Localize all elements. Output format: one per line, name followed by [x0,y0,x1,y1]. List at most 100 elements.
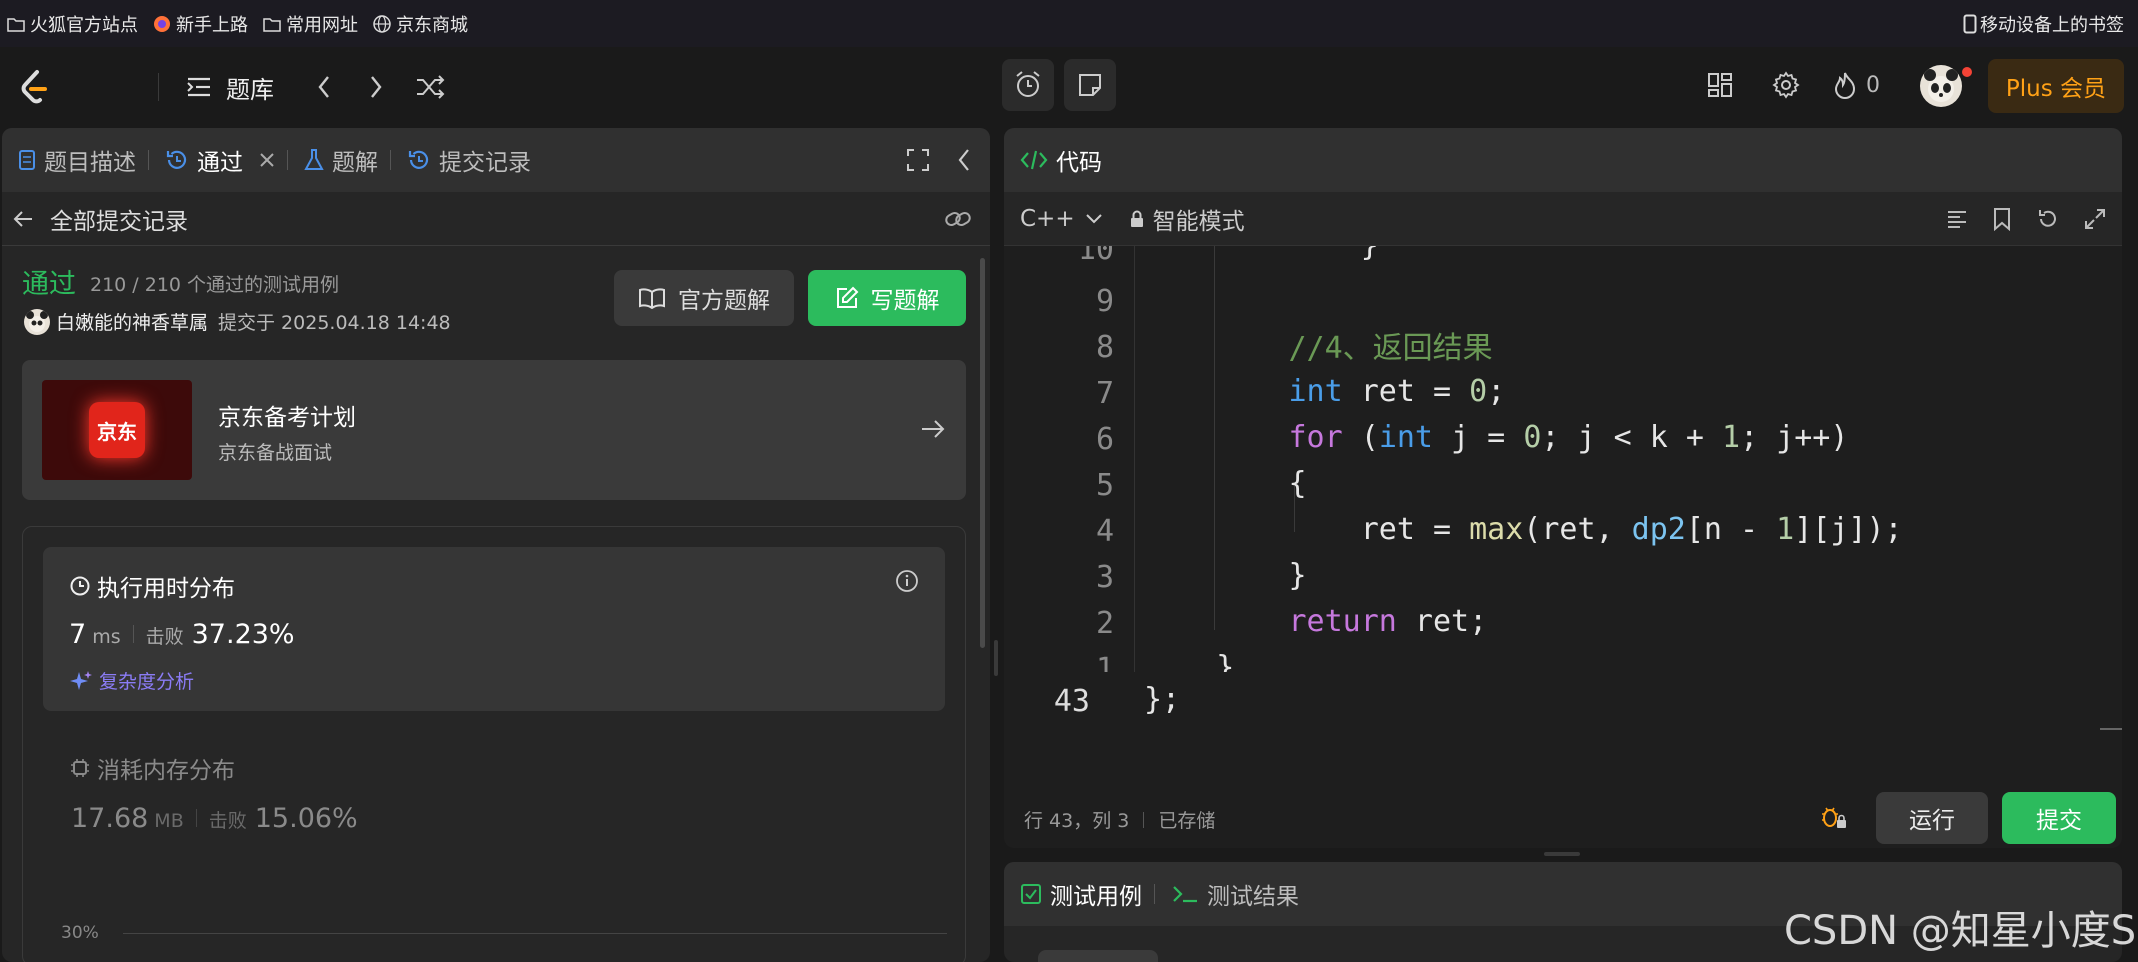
bookmark-item[interactable]: 京东商城 [372,11,468,37]
tab-label: 题目描述 [44,150,136,176]
lock-icon [1130,210,1143,227]
resize-handle[interactable] [994,640,998,676]
username[interactable]: 白嫩能的神香草属 [56,308,208,335]
prev-problem-button[interactable] [306,69,342,105]
divider [158,73,159,101]
link-icon[interactable] [944,208,972,230]
promo-subtitle: 京东备战面试 [218,442,333,464]
save-status: 已存储 [1158,810,1216,832]
tab-submissions[interactable]: 提交记录 [407,143,531,177]
phone-icon [1963,14,1977,34]
collapse-panel-button[interactable] [956,148,972,178]
bookmark-item[interactable]: 新手上路 [152,11,248,37]
folder-icon [6,14,26,34]
problem-bank-label: 题库 [226,75,274,104]
language-label: C++ [1020,205,1075,232]
smart-mode-toggle[interactable]: 智能模式 [1129,202,1245,236]
runtime-unit: ms [92,626,121,648]
tab-code[interactable]: 代码 [1020,143,1102,177]
official-solution-label: 官方题解 [678,288,770,314]
leetcode-logo[interactable] [14,67,54,107]
book-icon [639,288,665,309]
memory-beat-value: 15.06% [254,803,358,834]
memory-beat-label: 击败 [208,810,247,832]
history-icon [165,148,189,172]
next-problem-button[interactable] [358,69,394,105]
bookmark-icon[interactable] [1992,207,2012,231]
submit-button[interactable]: 提交 [2002,792,2116,844]
settings-button[interactable] [1768,67,1804,103]
memory-header[interactable]: 消耗内存分布 [69,751,235,785]
tab-test-result[interactable]: 测试结果 [1171,877,1299,911]
chart-gridline [123,933,947,934]
run-label: 运行 [1909,808,1955,834]
random-problem-button[interactable] [412,69,448,105]
code-area[interactable]: 10 } 9 8 //4、返回结果 7 int ret = 0; 6 for (… [1004,246,2122,672]
problem-bank-button[interactable]: 题库 [186,67,274,107]
user-avatar[interactable] [24,308,50,335]
bookmark-item[interactable]: 火狐官方站点 [6,11,138,37]
left-tabs: 题目描述 通过 题解 提交记录 [2,128,990,192]
tab-accepted[interactable]: 通过 [165,143,275,177]
runtime-card[interactable]: 执行用时分布 7 ms 击败 37.23% 复杂度分析 [43,547,945,711]
promo-card[interactable]: 京东 京东备考计划 京东备战面试 [22,360,966,500]
memory-value: 17.68 [71,803,149,834]
format-icon[interactable] [1946,208,1968,230]
layout-button[interactable] [1702,67,1738,103]
jd-logo-text: 京东 [89,402,145,458]
tab-label: 测试用例 [1050,884,1142,910]
run-button[interactable]: 运行 [1876,792,1988,844]
plus-member-button[interactable]: Plus 会员 [1988,59,2124,113]
debug-lock-icon[interactable] [1820,804,1848,830]
tab-separator [287,150,288,170]
fire-icon [1834,72,1856,99]
editor-tabs: 代码 [1004,128,2122,192]
editor-toolbar: C++ 智能模式 [1004,192,2122,246]
streak-counter[interactable]: 0 [1834,67,1880,103]
clock-icon [70,576,90,596]
back-arrow-icon[interactable] [12,209,34,229]
mobile-bookmarks-label: 移动设备上的书签 [1980,14,2124,36]
memory-title: 消耗内存分布 [97,758,235,784]
close-icon[interactable] [259,152,275,168]
reset-icon[interactable] [2036,208,2060,230]
runtime-header: 执行用时分布 [69,569,235,603]
write-solution-label: 写题解 [870,288,940,314]
runtime-value: 7 [69,619,87,650]
avatar[interactable] [1920,65,1962,107]
language-select[interactable]: C++ [1020,206,1103,232]
tab-separator [1154,884,1155,904]
complexity-analysis-link[interactable]: 复杂度分析 [69,667,194,694]
tab-separator [390,150,391,170]
tab-label: 题解 [332,150,378,176]
history-icon [407,148,431,172]
fullscreen-button[interactable] [906,148,930,178]
promo-title: 京东备考计划 [218,405,356,431]
resize-handle[interactable] [1544,852,1580,856]
tab-description[interactable]: 题目描述 [18,143,136,177]
official-solution-button[interactable]: 官方题解 [614,270,794,326]
timer-button[interactable] [1002,59,1054,111]
tab-solutions[interactable]: 题解 [304,143,378,177]
tab-label: 提交记录 [439,150,531,176]
chevron-left-icon [958,149,969,171]
runtime-title: 执行用时分布 [97,576,235,602]
notes-button[interactable] [1064,59,1116,111]
info-icon[interactable] [895,569,919,593]
scrollbar[interactable] [980,258,985,648]
left-panel: 题目描述 通过 题解 提交记录 全部提交记录 通过 210 / 210 个通过的… [2,128,990,962]
divider [1143,811,1145,828]
write-solution-button[interactable]: 写题解 [808,270,966,326]
memory-stats: 17.68 MB 击败 15.06% [71,803,358,834]
plus-label: Plus 会员 [2005,76,2107,102]
expand-icon[interactable] [2084,208,2106,230]
runtime-stats: 7 ms 击败 37.23% [69,619,295,650]
all-submissions-link[interactable]: 全部提交记录 [50,202,188,236]
jd-logo: 京东 [42,380,192,480]
testcase-chip[interactable] [1038,950,1158,962]
avatar-image [1924,69,1958,102]
submission-time: 提交于 2025.04.18 14:48 [218,312,451,334]
bookmark-item[interactable]: 常用网址 [262,11,358,37]
mobile-bookmarks[interactable]: 移动设备上的书签 [1963,0,2124,47]
tab-testcase[interactable]: 测试用例 [1020,877,1142,911]
